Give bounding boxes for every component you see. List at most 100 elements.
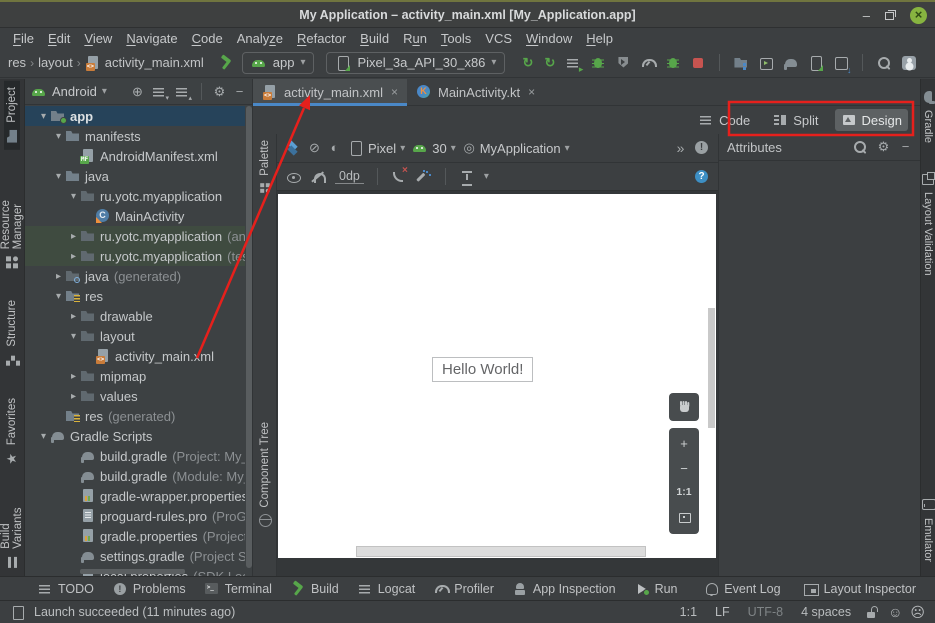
zoom-fit-button[interactable] [676,509,692,525]
bottom-tab-run[interactable]: Run [625,581,687,597]
menu-file[interactable]: File [6,31,41,46]
window-restore-icon[interactable] [882,7,898,23]
tree-item-values[interactable]: ▸values [25,386,245,406]
expand-all-icon[interactable] [151,84,167,100]
tree-item-java[interactable]: ▸java(generated) [25,266,245,286]
bottom-tab-logcat[interactable]: Logcat [348,581,425,597]
project-tree-horizontal-scrollbar[interactable] [80,569,185,574]
bottom-tab-layout-inspector[interactable]: Layout Inspector [794,581,925,597]
warnings-icon[interactable] [694,140,710,156]
close-tab-icon[interactable]: × [391,85,398,99]
chevron-right-icon[interactable]: ▸ [67,311,80,322]
tree-item-layout[interactable]: ▾layout [25,326,245,346]
pan-button[interactable] [669,393,699,421]
gear-icon[interactable]: ⚙ [213,84,226,100]
indent-indicator[interactable]: 4 spaces [796,605,856,619]
tree-item-ru-yotc-myapplication[interactable]: ▾ru.yotc.myapplication [25,186,245,206]
menu-run[interactable]: Run [396,31,434,46]
design-canvas[interactable]: Hello World! + − 1:1 [277,191,718,576]
tool-window-button-favorites[interactable]: ★Favorites [4,392,20,472]
apply-changes-icon[interactable]: ↻ [521,55,534,71]
attach-debugger-icon[interactable] [665,55,681,71]
close-tab-icon[interactable]: × [528,85,535,99]
tree-item-gradle-wrapper-properties[interactable]: gradle-wrapper.properties(Gradle Version… [25,486,245,506]
happy-face-icon[interactable]: ☺ [888,604,902,620]
menu-help[interactable]: Help [579,31,620,46]
tree-item-ru-yotc-myapplication[interactable]: ▸ru.yotc.myapplication(androidTest) [25,226,245,246]
menu-vcs[interactable]: VCS [478,31,519,46]
status-zoom[interactable]: 1:1 [675,605,702,619]
chevron-down-icon[interactable]: ▾ [52,131,65,142]
menu-build[interactable]: Build [353,31,396,46]
sdk-manager-icon[interactable] [833,55,849,71]
tree-item-gradle-properties[interactable]: gradle.properties(Project Properties) [25,526,245,546]
device-manager-icon[interactable] [758,55,774,71]
clear-constraints-icon[interactable] [391,169,407,185]
build-hammer-icon[interactable] [218,55,234,71]
tree-item-ru-yotc-myapplication[interactable]: ▸ru.yotc.myapplication(test) [25,246,245,266]
chevron-down-icon[interactable]: ▾ [67,331,80,342]
menu-code[interactable]: Code [185,31,230,46]
view-options-icon[interactable] [285,169,301,185]
minimize-icon[interactable]: − [233,84,246,100]
tree-item-build-gradle[interactable]: build.gradle(Project: My_Application) [25,446,245,466]
menu-navigate[interactable]: Navigate [119,31,184,46]
menu-tools[interactable]: Tools [434,31,478,46]
help-icon[interactable] [694,169,710,185]
chevron-down-icon[interactable]: ▾ [67,191,80,202]
breadcrumb-item[interactable]: activity_main.xml [105,55,204,70]
chevron-down-icon[interactable]: ▾ [102,86,107,97]
device-screen[interactable]: Hello World! [278,194,716,558]
tree-item-drawable[interactable]: ▸drawable [25,306,245,326]
chevron-down-icon[interactable]: ▾ [37,431,50,442]
tool-window-button-gradle[interactable]: Gradle [920,83,935,149]
api-level-select[interactable]: 30 ▾ [412,140,456,156]
search-icon[interactable] [852,139,868,155]
tree-item-java[interactable]: ▾java [25,166,245,186]
menu-refactor[interactable]: Refactor [290,31,353,46]
zoom-ratio-button[interactable]: 1:1 [676,486,691,498]
theme-select[interactable]: ◎ MyApplication ▾ [463,140,570,156]
bottom-tab-terminal[interactable]: Terminal [195,581,281,597]
device-select[interactable]: Pixel_3a_API_30_x86 ▾ [326,52,505,74]
overflow-icon[interactable]: » [674,140,687,156]
sad-face-icon[interactable]: ☹ [910,604,925,620]
chevron-right-icon[interactable]: ▸ [67,371,80,382]
project-view-select[interactable]: Android [52,84,97,99]
line-ending-indicator[interactable]: LF [710,605,735,619]
infer-constraints-icon[interactable] [416,169,432,185]
orientation-icon[interactable]: ⊘ [308,140,321,156]
tree-item-res[interactable]: ▾res [25,286,245,306]
menu-window[interactable]: Window [519,31,579,46]
tree-item-build-gradle[interactable]: build.gradle(Module: My_Application.app) [25,466,245,486]
bottom-tab-app-inspection[interactable]: App Inspection [503,581,625,597]
pack-icon[interactable] [459,169,475,185]
tree-item-manifests[interactable]: ▾manifests [25,126,245,146]
profile-shield-icon[interactable] [615,55,631,71]
chevron-right-icon[interactable]: ▸ [67,391,80,402]
tool-window-button-emulator[interactable]: Emulator [920,491,935,568]
canvas-horizontal-scrollbar[interactable] [356,546,646,557]
view-mode-code-button[interactable]: Code [692,109,756,131]
run-configuration-select[interactable]: app ▾ [242,52,315,74]
palette-tab[interactable]: Palette [253,140,277,196]
autoconnect-off-icon[interactable] [310,169,326,185]
tree-item-app[interactable]: ▾app [25,106,245,126]
tool-window-button-layout-validation[interactable]: Layout Validation [920,165,935,282]
editor-tab-mainactivity-kt[interactable]: MainActivity.kt× [407,79,544,105]
debug-bug-icon[interactable] [590,55,606,71]
locate-icon[interactable]: ⊕ [131,84,144,100]
tree-item-mainactivity[interactable]: MainActivity [25,206,245,226]
collapse-all-icon[interactable] [174,84,190,100]
tool-window-button-resource-manager[interactable]: Resource Manager [0,168,24,276]
chevron-right-icon[interactable]: ▸ [52,271,65,282]
tree-item-gradle-scripts[interactable]: ▾Gradle Scripts [25,426,245,446]
chevron-right-icon[interactable]: ▸ [67,251,80,262]
chevron-down-icon[interactable]: ▾ [52,291,65,302]
tree-item-settings-gradle[interactable]: settings.gradle(Project Settings) [25,546,245,566]
sync-gradle-icon[interactable] [783,55,799,71]
menu-edit[interactable]: Edit [41,31,77,46]
menu-analyze[interactable]: Analyze [230,31,290,46]
breadcrumb-item[interactable]: layout [38,55,73,70]
device-size-select[interactable]: Pixel ▾ [348,140,405,156]
